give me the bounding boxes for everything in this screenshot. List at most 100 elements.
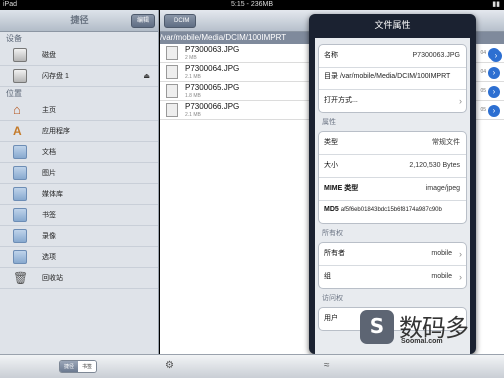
sidebar-item-label: 书签: [42, 212, 56, 219]
folder-icon: [13, 187, 27, 201]
wifi-icon[interactable]: ≈: [324, 360, 330, 371]
breadcrumb-back-button[interactable]: DCIM: [164, 14, 197, 28]
type-row: 类型 常规文件: [319, 132, 466, 155]
sidebar-item-label: 媒体库: [42, 191, 63, 198]
folder-icon: [13, 229, 27, 243]
sidebar-item-label: 文档: [42, 149, 56, 156]
eject-icon[interactable]: ⏏: [143, 66, 150, 87]
size-row: 大小 2,120,530 Bytes: [319, 155, 466, 178]
group-row[interactable]: 组 mobile ›: [319, 266, 466, 288]
image-file-icon: [166, 65, 178, 79]
owner-row[interactable]: 所有者 mobile ›: [319, 243, 466, 266]
folder-icon: [13, 145, 27, 159]
chevron-right-icon: ›: [459, 272, 462, 282]
open-with-row[interactable]: 打开方式... ›: [319, 90, 466, 112]
directory-label: 目录: [324, 73, 338, 80]
ownership-card: 所有者 mobile › 组 mobile ›: [318, 242, 467, 289]
group-value: mobile: [431, 273, 452, 280]
file-properties-popover: 文件属性 名称 P7300063.JPG 目录 /var/mobile/Media…: [309, 14, 476, 354]
sidebar-header: 捷径 编辑: [0, 10, 158, 32]
section-devices: 设备: [6, 34, 22, 43]
file-time: 04: [480, 69, 486, 75]
disclosure-icon[interactable]: ›: [490, 50, 502, 62]
sidebar-item-label: 应用程序: [42, 128, 70, 135]
section-attributes: 属性: [322, 119, 336, 126]
md5-label: MD5: [324, 206, 339, 213]
sidebar-item-applications[interactable]: A 应用程序: [0, 121, 158, 142]
file-time: 05: [480, 107, 486, 113]
battery-icon: ▮▮: [492, 1, 500, 8]
type-value: 常规文件: [432, 139, 460, 146]
home-icon: ⌂: [13, 102, 21, 117]
info-card: 名称 P7300063.JPG 目录 /var/mobile/Media/DCIM…: [318, 44, 467, 113]
user-label: 用户: [324, 315, 338, 322]
attributes-card: 类型 常规文件 大小 2,120,530 Bytes MIME 类型 image/jp…: [318, 131, 467, 224]
sidebar-item-home[interactable]: ⌂ 主页: [0, 100, 158, 121]
chevron-right-icon: ›: [459, 249, 462, 259]
open-with-label: 打开方式...: [324, 97, 358, 104]
sidebar-item-recordings[interactable]: 录像: [0, 226, 158, 247]
disclosure-icon[interactable]: ›: [488, 67, 500, 79]
directory-row: 目录 /var/mobile/Media/DCIM/100IMPRT: [319, 68, 466, 90]
edit-button[interactable]: 编辑: [130, 14, 155, 28]
sidebar-item-label: 闪存盘 1: [42, 73, 69, 80]
folder-icon: [13, 250, 27, 264]
size-value: 2,120,530 Bytes: [409, 162, 460, 169]
watermark-logo-icon: S: [360, 310, 394, 344]
sidebar-item-disk[interactable]: 磁盘: [0, 45, 158, 66]
status-bar: iPad 5:15 - 236MB ▮▮: [0, 0, 504, 10]
disclosure-icon[interactable]: ›: [488, 105, 500, 117]
group-label: 组: [324, 273, 331, 280]
sidebar: 捷径 编辑 设备 磁盘 闪存盘 1 ⏏ 位置 ⌂ 主页 A 应用程序 文档 图片 媒体…: [0, 10, 159, 354]
sidebar-item-label: 回收站: [42, 275, 63, 282]
name-row: 名称 P7300063.JPG: [319, 45, 466, 68]
owner-value: mobile: [431, 250, 452, 257]
md5-row: MD5 af5f6eb01843bdc15b6f8174a987c90b: [319, 201, 466, 223]
mime-label: MIME 类型: [324, 185, 359, 192]
type-label: 类型: [324, 139, 338, 146]
sidebar-item-pictures[interactable]: 图片: [0, 163, 158, 184]
chevron-right-icon: ›: [459, 96, 462, 106]
watermark: S 数码多 Soomal.com: [357, 308, 504, 354]
size-label: 大小: [324, 162, 338, 169]
popover-title: 文件属性: [374, 20, 411, 30]
bottom-toolbar: 捷径 书签 ⚙ ≈: [0, 354, 504, 378]
md5-value: af5f6eb01843bdc15b6f8174a987c90b: [340, 207, 442, 213]
section-locations: 位置: [6, 89, 22, 98]
sidebar-item-documents[interactable]: 文档: [0, 142, 158, 163]
mime-value: image/jpeg: [425, 185, 460, 192]
disclosure-icon[interactable]: ›: [488, 86, 500, 98]
segment-bookmarks[interactable]: 书签: [78, 361, 97, 372]
sidebar-item-label: 录像: [42, 233, 56, 240]
folder-icon: [13, 208, 27, 222]
sidebar-item-label: 磁盘: [42, 52, 56, 59]
segmented-control: 捷径 书签: [59, 360, 98, 373]
segment-shortcuts[interactable]: 捷径: [60, 361, 79, 372]
sidebar-item-label: 选项: [42, 254, 56, 261]
sidebar-item-trash[interactable]: 🗑 回收站: [0, 268, 158, 289]
sidebar-item-options[interactable]: 选项: [0, 247, 158, 268]
status-time: 5:15 - 236MB: [230, 1, 274, 8]
mime-row: MIME 类型 image/jpeg: [319, 178, 466, 201]
image-file-icon: [166, 84, 178, 98]
sidebar-item-flash-drive[interactable]: 闪存盘 1 ⏏: [0, 66, 158, 87]
image-file-icon: [166, 103, 178, 117]
name-label: 名称: [324, 52, 338, 59]
image-file-icon: [166, 46, 178, 60]
directory-value: /var/mobile/Media/DCIM/100IMPRT: [339, 73, 451, 80]
file-time: 04: [480, 50, 486, 56]
applications-icon: A: [13, 124, 22, 138]
popover-body: 名称 P7300063.JPG 目录 /var/mobile/Media/DCIM…: [315, 38, 470, 354]
folder-icon: [13, 166, 27, 180]
watermark-url: Soomal.com: [401, 338, 443, 345]
trash-icon: 🗑: [13, 271, 29, 285]
gear-icon[interactable]: ⚙: [165, 360, 174, 371]
disk-icon: [13, 48, 27, 62]
section-access: 访问权: [322, 295, 343, 302]
flash-drive-icon: [13, 69, 27, 83]
file-time: 05: [480, 88, 486, 94]
sidebar-item-bookmarks[interactable]: 书签: [0, 205, 158, 226]
sidebar-item-label: 主页: [42, 107, 56, 114]
sidebar-item-media[interactable]: 媒体库: [0, 184, 158, 205]
sidebar-item-label: 图片: [42, 170, 56, 177]
